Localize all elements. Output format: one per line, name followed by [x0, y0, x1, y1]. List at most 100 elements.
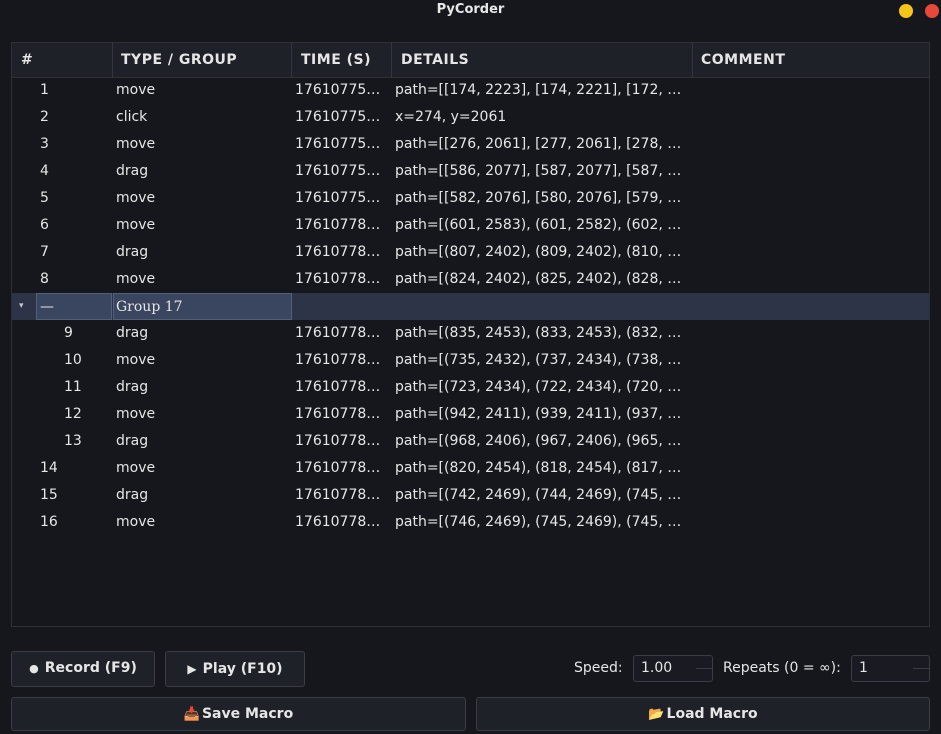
group-name-field[interactable]: Group 17 — [113, 293, 292, 320]
table-row[interactable]: 1 move 17610775… path=[[174, 2223], [174, 2… — [12, 77, 929, 104]
row-number: 1 — [40, 82, 49, 98]
row-time: 17610778… — [295, 217, 381, 233]
row-type: move — [116, 217, 156, 233]
row-time: 17610778… — [295, 325, 381, 341]
play-button[interactable]: ▶ Play (F10) — [165, 651, 305, 687]
row-number: 7 — [40, 244, 49, 260]
repeats-spinbox[interactable]: 1 — [851, 655, 930, 682]
row-time: 17610775… — [295, 136, 381, 152]
column-header-type[interactable]: TYPE / GROUP — [112, 43, 292, 77]
row-type: move — [116, 190, 156, 206]
folder-icon: 📂 — [648, 707, 665, 722]
group-row[interactable]: ▾ — Group 17 — [12, 293, 929, 320]
row-details: path=[(835, 2453), (833, 2453), (832, … — [395, 325, 682, 341]
row-details: path=[(601, 2583), (601, 2582), (602, … — [395, 217, 682, 233]
row-time: 17610778… — [295, 514, 381, 530]
save-macro-button[interactable]: 📥 Save Macro — [11, 697, 466, 731]
row-type: move — [116, 136, 156, 152]
speed-spinbox[interactable]: 1.00 — [633, 655, 713, 682]
row-type: move — [116, 460, 156, 476]
speed-increment[interactable] — [696, 656, 712, 669]
row-time: 17610775… — [295, 190, 381, 206]
minimize-button[interactable] — [899, 4, 913, 18]
table-row[interactable]: 9 drag 17610778… path=[(835, 2453), (833, 2… — [12, 320, 929, 347]
row-details: path=[(942, 2411), (939, 2411), (937, … — [395, 406, 682, 422]
row-type: drag — [116, 487, 149, 503]
row-time: 17610778… — [295, 352, 381, 368]
row-details: path=[[174, 2223], [174, 2221], [172, … — [395, 82, 682, 98]
table-row[interactable]: 13 drag 17610778… path=[(968, 2406), (967, … — [12, 428, 929, 455]
row-details: path=[(742, 2469), (744, 2469), (745, … — [395, 487, 682, 503]
table-body: 1 move 17610775… path=[[174, 2223], [174, 2… — [12, 77, 929, 536]
row-number: 6 — [40, 217, 49, 233]
window-title: PyCorder — [436, 2, 505, 17]
row-type: drag — [116, 433, 149, 449]
column-header-details[interactable]: DETAILS — [392, 43, 693, 77]
row-number: 4 — [40, 163, 49, 179]
table-row[interactable]: 12 move 17610778… path=[(942, 2411), (939, … — [12, 401, 929, 428]
table-row[interactable]: 2 click 17610775… x=274, y=2061 — [12, 104, 929, 131]
repeats-increment[interactable] — [913, 656, 929, 669]
column-header-comment[interactable]: COMMENT — [692, 43, 929, 77]
row-number: 14 — [40, 460, 58, 476]
row-details: path=[(807, 2402), (809, 2402), (810, … — [395, 244, 682, 260]
row-details: path=[(820, 2454), (818, 2454), (817, … — [395, 460, 682, 476]
table-row[interactable]: 14 move 17610778… path=[(820, 2454), (818, … — [12, 455, 929, 482]
row-details: path=[(968, 2406), (967, 2406), (965, … — [395, 433, 682, 449]
macro-events-table[interactable]: # TYPE / GROUP TIME (S) DETAILS COMMENT … — [11, 42, 930, 627]
table-row[interactable]: 11 drag 17610778… path=[(723, 2434), (722, … — [12, 374, 929, 401]
load-macro-button[interactable]: 📂 Load Macro — [476, 697, 930, 731]
row-number: 16 — [40, 514, 58, 530]
row-time: 17610775… — [295, 163, 381, 179]
row-type: move — [116, 406, 156, 422]
row-time: 17610778… — [295, 379, 381, 395]
repeats-decrement[interactable] — [913, 669, 929, 681]
close-button[interactable] — [925, 4, 939, 18]
save-macro-label: Save Macro — [201, 706, 294, 722]
record-label: Record (F9) — [44, 660, 137, 676]
row-type: drag — [116, 244, 149, 260]
row-type: move — [116, 271, 156, 287]
table-row[interactable]: 4 drag 17610775… path=[[586, 2077], [587, 2… — [12, 158, 929, 185]
row-time: 17610778… — [295, 271, 381, 287]
table-header: # TYPE / GROUP TIME (S) DETAILS COMMENT — [12, 43, 929, 78]
row-details: path=[(824, 2402), (825, 2402), (828, … — [395, 271, 682, 287]
column-header-time[interactable]: TIME (S) — [292, 43, 392, 77]
row-number: 15 — [40, 487, 58, 503]
title-bar: PyCorder — [0, 0, 941, 24]
row-time: 17610775… — [295, 109, 381, 125]
play-label: Play (F10) — [202, 661, 283, 677]
repeats-value: 1 — [859, 660, 868, 676]
table-row[interactable]: 16 move 17610778… path=[(746, 2469), (745, … — [12, 509, 929, 536]
table-row[interactable]: 10 move 17610778… path=[(735, 2432), (737, … — [12, 347, 929, 374]
load-macro-label: Load Macro — [666, 706, 758, 722]
table-row[interactable]: 6 move 17610778… path=[(601, 2583), (601, 2… — [12, 212, 929, 239]
row-time: 17610778… — [295, 487, 381, 503]
row-details: path=[(746, 2469), (745, 2469), (745, … — [395, 514, 682, 530]
column-header-num[interactable]: # — [12, 43, 113, 77]
row-type: move — [116, 82, 156, 98]
speed-label: Speed: — [574, 660, 623, 676]
speed-value: 1.00 — [641, 660, 673, 676]
row-time: 17610778… — [295, 406, 381, 422]
row-details: path=[(735, 2432), (737, 2434), (738, … — [395, 352, 682, 368]
record-button[interactable]: ● Record (F9) — [11, 651, 155, 687]
collapse-arrow-icon[interactable]: ▾ — [19, 293, 24, 320]
row-number: 5 — [40, 190, 49, 206]
speed-decrement[interactable] — [696, 669, 712, 681]
play-icon: ▶ — [187, 662, 197, 676]
row-number: 2 — [40, 109, 49, 125]
table-row[interactable]: 5 move 17610775… path=[[582, 2076], [580, 2… — [12, 185, 929, 212]
row-details: x=274, y=2061 — [395, 109, 507, 125]
row-type: drag — [116, 379, 149, 395]
row-details: path=[[276, 2061], [277, 2061], [278, … — [395, 136, 682, 152]
row-type: click — [116, 109, 148, 125]
table-row[interactable]: 3 move 17610775… path=[[276, 2061], [277, 2… — [12, 131, 929, 158]
table-row[interactable]: 7 drag 17610778… path=[(807, 2402), (809, 2… — [12, 239, 929, 266]
row-details: path=[[586, 2077], [587, 2077], [587, … — [395, 163, 682, 179]
table-row[interactable]: 8 move 17610778… path=[(824, 2402), (825, 2… — [12, 266, 929, 293]
row-number: 3 — [40, 136, 49, 152]
row-time: 17610778… — [295, 460, 381, 476]
table-row[interactable]: 15 drag 17610778… path=[(742, 2469), (744, … — [12, 482, 929, 509]
group-toggle[interactable]: — — [36, 293, 112, 320]
